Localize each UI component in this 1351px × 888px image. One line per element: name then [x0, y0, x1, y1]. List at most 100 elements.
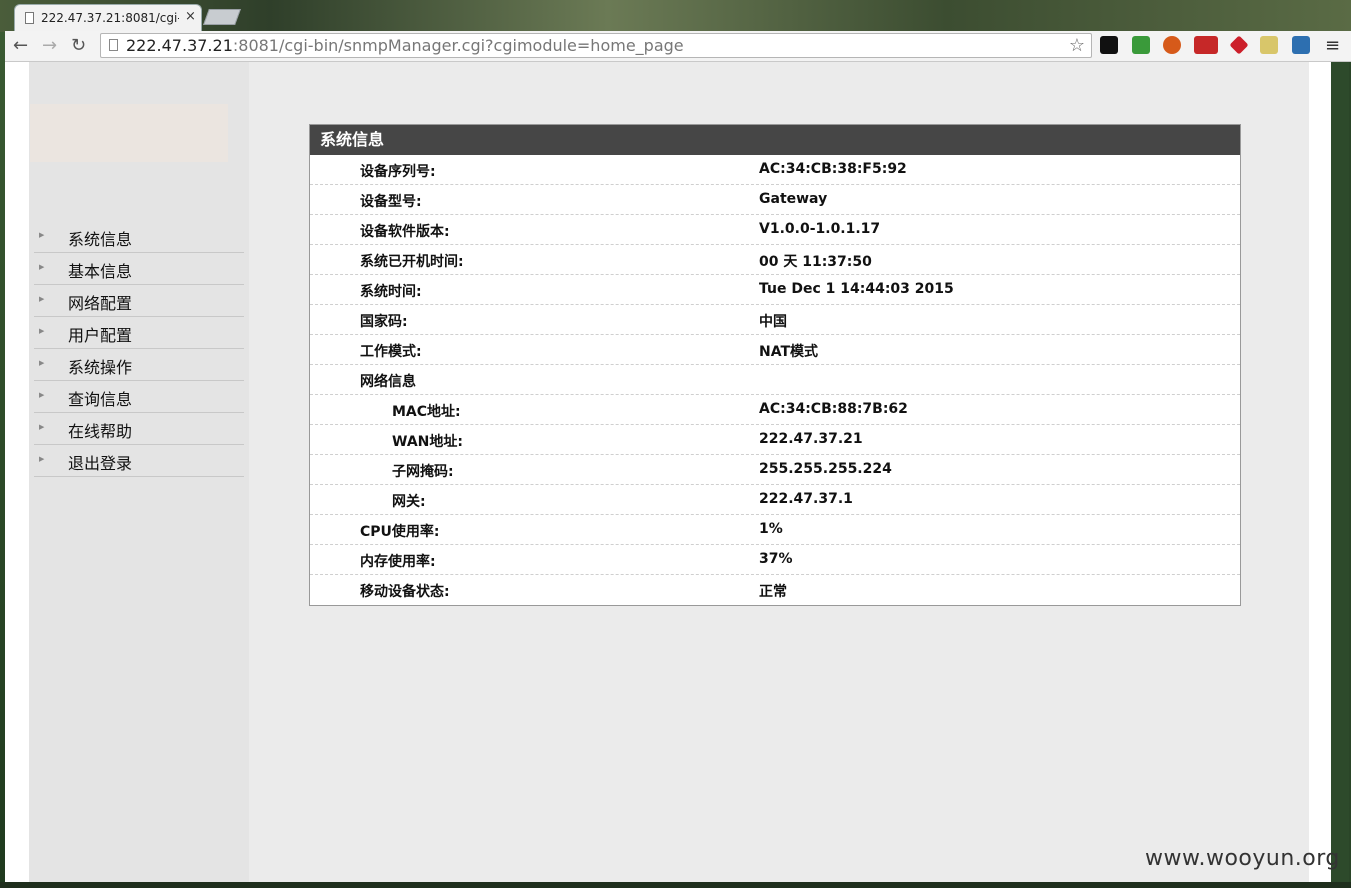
info-row: 系统时间: Tue Dec 1 14:44:03 2015 — [310, 275, 1240, 305]
info-key: MAC地址: — [392, 404, 461, 420]
sidebar-item-online-help[interactable]: ▶ 在线帮助 — [34, 414, 244, 445]
info-key: 系统时间: — [360, 284, 422, 300]
info-row: 系统已开机时间: 00 天 11:37:50 — [310, 245, 1240, 275]
bullet-icon: ▶ — [39, 359, 45, 367]
desktop-background — [0, 0, 1351, 32]
browser-menu-icon[interactable]: ≡ — [1325, 35, 1340, 56]
info-value: 1% — [759, 521, 783, 537]
address-bar[interactable]: 222.47.37.21:8081/cgi-bin/snmpManager.cg… — [100, 33, 1092, 58]
panel-title: 系统信息 — [310, 125, 1240, 155]
sidebar-item-query-info[interactable]: ▶ 查询信息 — [34, 382, 244, 413]
info-value: Gateway — [759, 191, 828, 207]
back-arrow-icon[interactable]: ← — [13, 35, 28, 57]
url-text[interactable]: 222.47.37.21:8081/cgi-bin/snmpManager.cg… — [126, 36, 684, 55]
sidebar-item-label[interactable]: 系统信息 — [68, 226, 132, 250]
sidebar-item-label[interactable]: 用户配置 — [68, 322, 132, 346]
info-row: 内存使用率: 37% — [310, 545, 1240, 575]
feather-icon[interactable] — [1260, 36, 1278, 54]
bullet-icon: ▶ — [39, 327, 45, 335]
bullet-icon: ▶ — [39, 263, 45, 271]
new-tab-button[interactable] — [203, 9, 241, 25]
info-row: 网络信息 — [310, 365, 1240, 395]
info-row: 工作模式: NAT模式 — [310, 335, 1240, 365]
info-value: AC:34:CB:38:F5:92 — [759, 161, 907, 177]
chess-pawn-icon[interactable] — [1100, 36, 1118, 54]
info-row: CPU使用率: 1% — [310, 515, 1240, 545]
bookmark-star-icon[interactable]: ☆ — [1069, 35, 1085, 56]
info-key: 国家码: — [360, 314, 408, 330]
watermark: www.wooyun.org — [1145, 846, 1340, 871]
info-key: 网关: — [392, 494, 426, 510]
sidebar-item-system-info[interactable]: ▶ 系统信息 — [34, 222, 244, 253]
info-row: 子网掩码: 255.255.255.224 — [310, 455, 1240, 485]
sidebar-item-label[interactable]: 系统操作 — [68, 354, 132, 378]
logo-area — [30, 104, 228, 162]
page-viewport: ▶ 系统信息 ▶ 基本信息 ▶ 网络配置 ▶ 用户配置 ▶ 系统操作 ▶ 查询信息 ▶ 在线帮… — [5, 62, 1331, 882]
sidebar-item-logout[interactable]: ▶ 退出登录 — [34, 446, 244, 477]
info-key: 工作模式: — [360, 344, 422, 360]
info-row: 移动设备状态: 正常 — [310, 575, 1240, 605]
pdf-printer-icon[interactable] — [1194, 36, 1218, 54]
info-key: 设备序列号: — [360, 164, 436, 180]
sidebar-item-label[interactable]: 网络配置 — [68, 290, 132, 314]
info-value: Tue Dec 1 14:44:03 2015 — [759, 281, 954, 297]
info-key: CPU使用率: — [360, 524, 440, 540]
info-row: 设备型号: Gateway — [310, 185, 1240, 215]
info-row: 设备软件版本: V1.0.0-1.0.1.17 — [310, 215, 1240, 245]
info-row: 设备序列号: AC:34:CB:38:F5:92 — [310, 155, 1240, 185]
info-value: 正常 — [759, 584, 787, 600]
info-key: 内存使用率: — [360, 554, 436, 570]
browser-toolbar: ← → ↻ 222.47.37.21:8081/cgi-bin/snmpMana… — [5, 31, 1351, 62]
forward-arrow-icon[interactable]: → — [42, 35, 57, 57]
sidebar-menu: ▶ 系统信息 ▶ 基本信息 ▶ 网络配置 ▶ 用户配置 ▶ 系统操作 ▶ 查询信息 ▶ 在线帮… — [34, 222, 244, 478]
sidebar-item-network-config[interactable]: ▶ 网络配置 — [34, 286, 244, 317]
sidebar-item-label[interactable]: 在线帮助 — [68, 418, 132, 442]
info-value: 222.47.37.21 — [759, 431, 863, 447]
info-value: 中国 — [759, 314, 787, 330]
info-key: WAN地址: — [392, 434, 463, 450]
url-path: :8081/cgi-bin/snmpManager.cgi?cgimodule=… — [232, 36, 684, 55]
info-key: 移动设备状态: — [360, 584, 450, 600]
info-row: 国家码: 中国 — [310, 305, 1240, 335]
info-row: WAN地址: 222.47.37.21 — [310, 425, 1240, 455]
sidebar: ▶ 系统信息 ▶ 基本信息 ▶ 网络配置 ▶ 用户配置 ▶ 系统操作 ▶ 查询信息 ▶ 在线帮… — [29, 62, 249, 882]
info-key: 设备型号: — [360, 194, 422, 210]
cookie-icon[interactable] — [1163, 36, 1181, 54]
bullet-icon: ▶ — [39, 231, 45, 239]
info-value: NAT模式 — [759, 344, 819, 360]
info-value: 00 天 11:37:50 — [759, 254, 872, 270]
info-key: 网络信息 — [360, 374, 416, 390]
info-key: 子网掩码: — [392, 464, 454, 480]
browser-tab[interactable]: 222.47.37.21:8081/cgi-b × — [14, 4, 202, 32]
info-value: 222.47.37.1 — [759, 491, 853, 507]
bullet-icon: ▶ — [39, 391, 45, 399]
sidebar-item-label[interactable]: 基本信息 — [68, 258, 132, 282]
bullet-icon: ▶ — [39, 455, 45, 463]
page-icon — [109, 39, 118, 51]
desktop-edge-bottom — [0, 882, 1351, 888]
red-diamond-icon[interactable] — [1229, 35, 1249, 55]
bullet-icon: ▶ — [39, 295, 45, 303]
sidebar-item-user-config[interactable]: ▶ 用户配置 — [34, 318, 244, 349]
google-drive-icon[interactable] — [1132, 36, 1150, 54]
reload-icon[interactable]: ↻ — [71, 35, 86, 57]
sidebar-item-label[interactable]: 退出登录 — [68, 450, 132, 474]
page-icon — [25, 12, 34, 24]
info-row: MAC地址: AC:34:CB:88:7B:62 — [310, 395, 1240, 425]
info-value: AC:34:CB:88:7B:62 — [759, 401, 908, 417]
sidebar-item-label[interactable]: 查询信息 — [68, 386, 132, 410]
system-info-panel: 系统信息 设备序列号: AC:34:CB:38:F5:92 设备型号: Gatewa… — [309, 124, 1241, 606]
info-value: 37% — [759, 551, 793, 567]
info-key: 系统已开机时间: — [360, 254, 464, 270]
sidebar-item-system-ops[interactable]: ▶ 系统操作 — [34, 350, 244, 381]
info-row: 网关: 222.47.37.1 — [310, 485, 1240, 515]
info-key: 设备软件版本: — [360, 224, 450, 240]
url-host: 222.47.37.21 — [126, 36, 233, 55]
bullet-icon: ▶ — [39, 423, 45, 431]
info-value: 255.255.255.224 — [759, 461, 892, 477]
tab-title: 222.47.37.21:8081/cgi-b — [41, 11, 179, 25]
main-content: 系统信息 设备序列号: AC:34:CB:38:F5:92 设备型号: Gatewa… — [249, 62, 1309, 882]
sidebar-item-basic-info[interactable]: ▶ 基本信息 — [34, 254, 244, 285]
s-logo-icon[interactable] — [1292, 36, 1310, 54]
tab-close-icon[interactable]: × — [185, 9, 196, 24]
